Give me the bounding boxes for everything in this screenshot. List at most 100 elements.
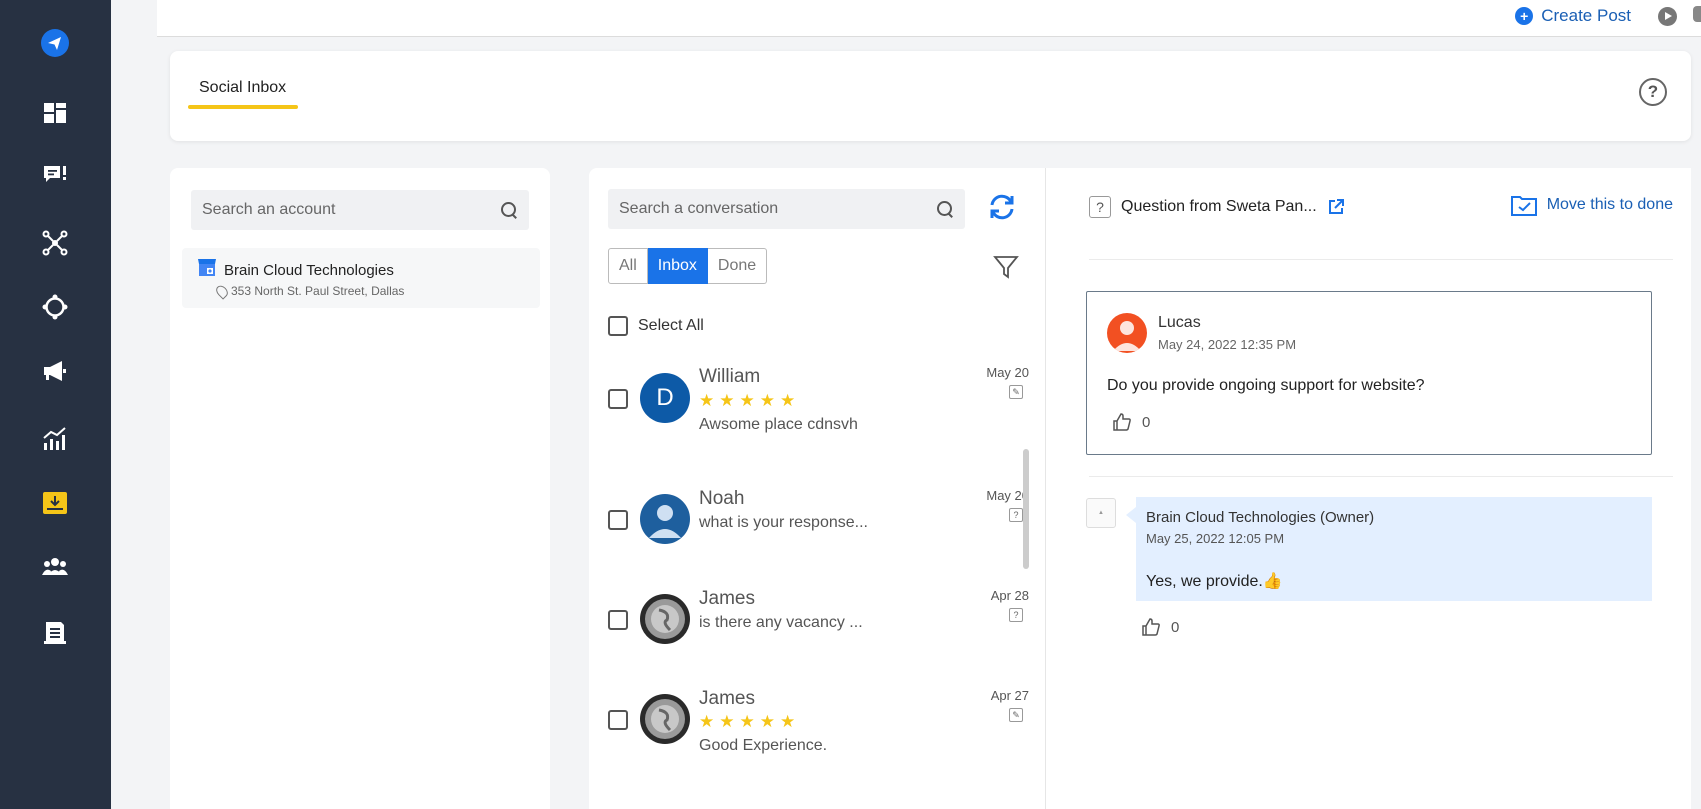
avatar [640, 494, 690, 544]
target-icon[interactable] [40, 292, 70, 322]
conversation-date: Apr 27 [990, 688, 1029, 703]
page-header: Social Inbox ? [170, 51, 1691, 141]
folder-check-icon [1510, 196, 1537, 216]
conversations-panel: All Inbox Done Select All D William ★★★★… [589, 168, 1046, 809]
select-all-checkbox[interactable] [608, 316, 628, 336]
conversation-checkbox[interactable] [608, 710, 628, 730]
question-text: Do you provide ongoing support for websi… [1107, 377, 1425, 394]
conversation-list-scrollbar[interactable] [1023, 449, 1029, 569]
conversation-item[interactable]: Noah what is your response... May 20 ? [589, 488, 1029, 578]
divider [1089, 476, 1673, 477]
network-icon[interactable] [40, 228, 70, 258]
business-store-icon [198, 259, 216, 276]
accounts-panel: Brain Cloud Technologies 353 North St. P… [170, 168, 550, 809]
avatar: D [640, 373, 690, 423]
conversation-checkbox[interactable] [608, 610, 628, 630]
help-button[interactable]: ? [1639, 78, 1667, 106]
move-to-done-label: Move this to done [1546, 196, 1673, 213]
author-avatar [1107, 313, 1147, 353]
conversation-item[interactable]: D William ★★★★★ Awsome place cdnsvh May … [589, 363, 1029, 453]
analytics-icon[interactable] [40, 424, 70, 454]
conversation-preview: Good Experience. [699, 737, 828, 754]
profile-logo-icon [645, 699, 685, 739]
conversation-name: James [699, 688, 755, 709]
conversation-preview: what is your response... [699, 514, 868, 531]
conversation-name: Noah [699, 488, 745, 509]
detail-header: ? Question from Sweta Pan... [1089, 196, 1345, 218]
send-logo-icon[interactable] [40, 28, 70, 58]
conversation-date: Apr 28 [990, 588, 1029, 603]
tab-social-inbox[interactable]: Social Inbox [188, 79, 297, 97]
filter-inbox-button[interactable]: Inbox [647, 248, 708, 284]
select-all-label: Select All [638, 317, 704, 334]
filter-all-button[interactable]: All [608, 248, 648, 284]
sidebar [0, 0, 111, 809]
question-type-icon: ? [1009, 508, 1023, 522]
conversation-checkbox[interactable] [608, 510, 628, 530]
account-address: 353 North St. Paul Street, Dallas [213, 282, 404, 300]
filter-done-button[interactable]: Done [707, 248, 768, 284]
question-like-count: 0 [1142, 413, 1151, 431]
conversation-preview: is there any vacancy ... [699, 614, 863, 631]
reply-author: Brain Cloud Technologies (Owner) [1146, 509, 1375, 526]
conversation-name: James [699, 588, 755, 609]
inbox-icon[interactable] [40, 488, 70, 518]
question-icon: ? [1089, 196, 1111, 218]
play-icon[interactable] [1658, 7, 1677, 26]
filter-funnel-icon[interactable] [993, 254, 1019, 280]
move-to-done-button[interactable]: Move this to done [1510, 194, 1673, 216]
select-all[interactable]: Select All [608, 316, 704, 336]
conversation-item[interactable]: James ★★★★★ Good Experience. Apr 27 ✎ [589, 688, 1029, 778]
dashboard-icon[interactable] [40, 98, 70, 128]
star-rating: ★★★★★ [699, 712, 801, 731]
account-name: Brain Cloud Technologies [224, 262, 394, 279]
account-item[interactable]: Brain Cloud Technologies 353 North St. P… [182, 248, 540, 308]
active-tab-indicator [188, 105, 298, 109]
create-post-label: Create Post [1541, 6, 1631, 25]
reply-text: Yes, we provide.👍 [1146, 573, 1283, 590]
status-filter: All Inbox Done [608, 248, 768, 284]
conversation-name: William [699, 366, 761, 387]
avatar [640, 594, 690, 644]
reply-like[interactable]: 0 [1141, 617, 1179, 637]
reply-like-count: 0 [1171, 618, 1180, 636]
search-icon[interactable] [500, 201, 518, 219]
search-icon[interactable] [936, 200, 954, 218]
conversation-search-input[interactable] [619, 200, 936, 218]
reply-bubble: Brain Cloud Technologies (Owner) May 25,… [1126, 497, 1652, 601]
avatar [640, 694, 690, 744]
conversation-search [608, 189, 965, 229]
external-link-icon[interactable] [1327, 198, 1345, 216]
question-like[interactable]: 0 [1112, 412, 1150, 432]
star-rating: ★★★★★ [699, 391, 801, 410]
create-post-button[interactable]: + Create Post [1515, 6, 1631, 26]
conversation-preview: Awsome place cdnsvh [699, 416, 858, 433]
business-logo: ▲ [1086, 498, 1116, 528]
conversation-date: May 20 [986, 365, 1029, 380]
top-bar: + Create Post [157, 0, 1701, 37]
gear-icon[interactable] [1693, 6, 1701, 22]
divider [1089, 259, 1673, 260]
plus-icon: + [1515, 7, 1534, 25]
reply-date: May 25, 2022 12:05 PM [1146, 531, 1285, 546]
question-card: Lucas May 24, 2022 12:35 PM Do you provi… [1086, 291, 1652, 455]
profile-logo-icon [645, 599, 685, 639]
megaphone-icon[interactable] [40, 356, 70, 386]
thumbs-up-icon[interactable] [1141, 617, 1161, 637]
team-icon[interactable] [40, 552, 70, 582]
conversation-item[interactable]: James is there any vacancy ... Apr 28 ? [589, 588, 1029, 678]
location-pin-icon [213, 282, 231, 300]
question-date: May 24, 2022 12:35 PM [1158, 337, 1297, 352]
detail-title: Question from Sweta Pan... [1121, 198, 1317, 215]
question-author: Lucas [1158, 314, 1201, 331]
conversation-detail: ? Question from Sweta Pan... Move this t… [1046, 168, 1691, 809]
reviews-icon[interactable] [40, 160, 70, 190]
conversation-checkbox[interactable] [608, 389, 628, 409]
question-type-icon: ? [1009, 608, 1023, 622]
reports-icon[interactable] [40, 618, 70, 648]
review-type-icon: ✎ [1009, 708, 1023, 722]
refresh-icon[interactable] [987, 192, 1017, 222]
account-search-input[interactable] [202, 201, 500, 219]
conversation-date: May 20 [986, 488, 1029, 503]
thumbs-up-icon[interactable] [1112, 412, 1132, 432]
